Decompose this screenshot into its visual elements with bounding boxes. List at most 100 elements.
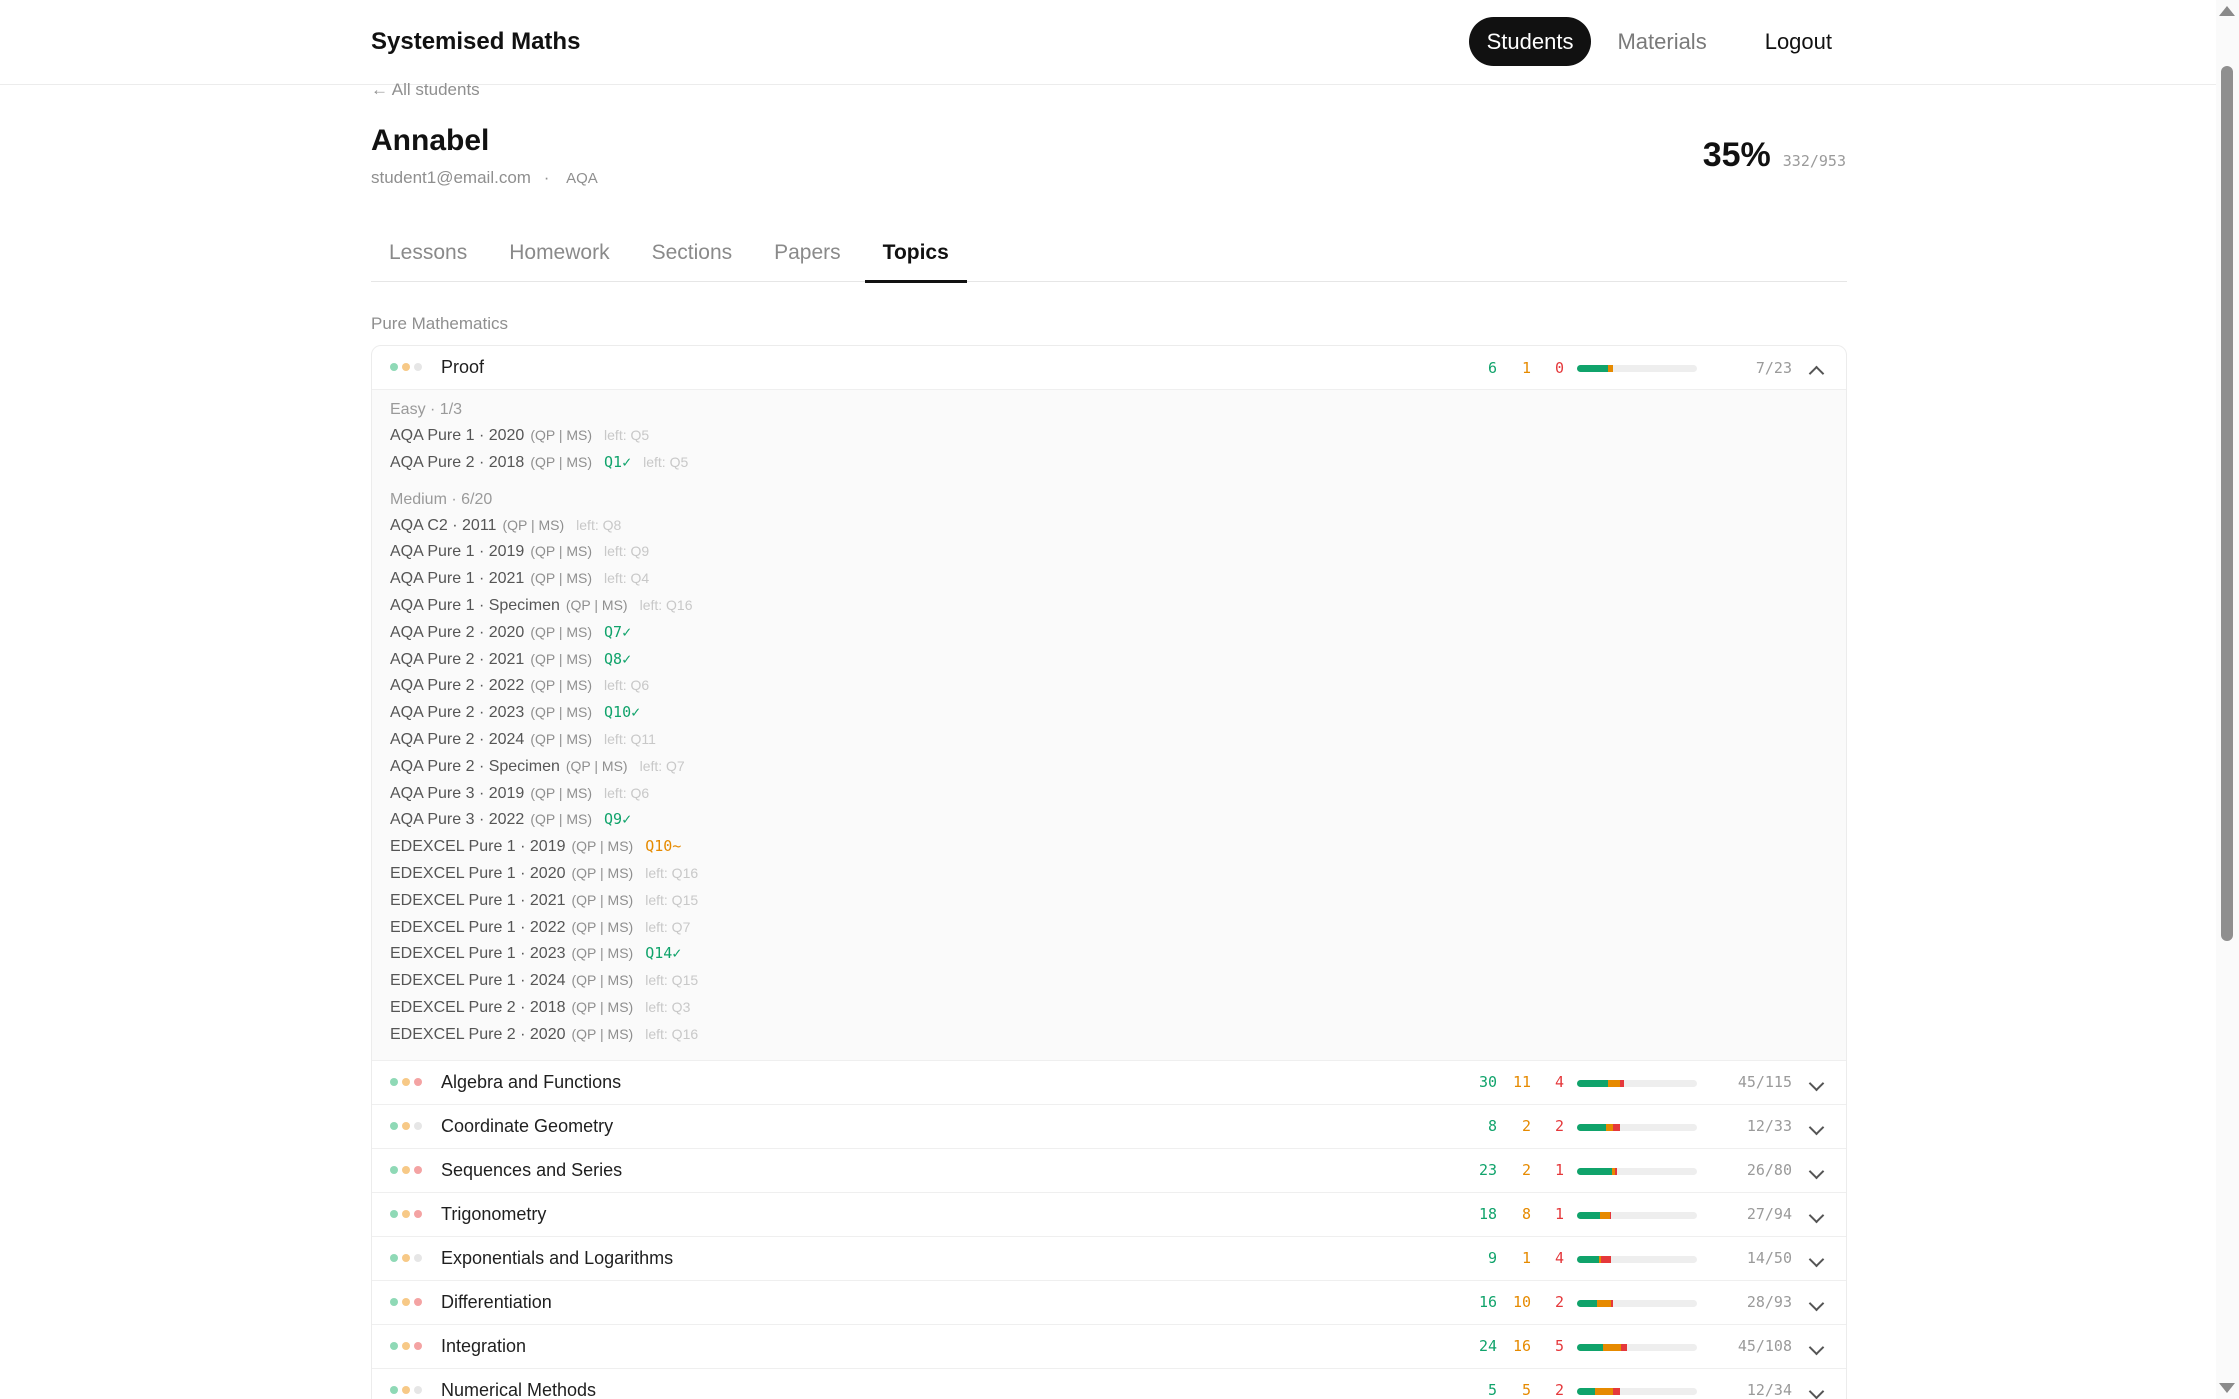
qp-ms-links[interactable]: (QP | MS) — [566, 758, 628, 774]
topic-name[interactable]: Trigonometry — [441, 1204, 546, 1225]
qp-ms-links[interactable]: (QP | MS) — [502, 517, 564, 533]
qp-ms-links[interactable]: (QP | MS) — [572, 892, 634, 908]
tab-sections[interactable]: Sections — [634, 230, 751, 282]
paper-name: AQA Pure 2 · 2020 — [390, 623, 525, 641]
qp-ms-links[interactable]: (QP | MS) — [530, 454, 592, 470]
paper-name: EDEXCEL Pure 2 · 2018 — [390, 998, 566, 1016]
status-dot-icon — [414, 363, 422, 371]
topic-row[interactable]: Proof 6 1 0 7/23 — [372, 346, 1846, 390]
topic-name[interactable]: Exponentials and Logarithms — [441, 1248, 673, 1269]
chevron-down-icon[interactable] — [1808, 1163, 1825, 1179]
topic-progress-bar — [1577, 1211, 1697, 1219]
status-dot-icon — [402, 1165, 410, 1174]
chevron-down-icon[interactable] — [1808, 1383, 1825, 1399]
qp-ms-links[interactable]: (QP | MS) — [530, 731, 592, 747]
qp-ms-links[interactable]: (QP | MS) — [572, 999, 634, 1015]
topic-row[interactable]: Trigonometry 18 8 1 27/94 — [372, 1193, 1846, 1237]
chevron-down-icon[interactable] — [1808, 1251, 1825, 1267]
question-status: left: Q7 — [645, 918, 691, 935]
main-nav: Students Materials Logout — [1468, 17, 1850, 66]
paper-name: AQA C2 · 2011 — [390, 516, 497, 534]
scroll-down-arrow-icon[interactable] — [2219, 1383, 2235, 1393]
progress-segment-green — [1577, 1079, 1609, 1087]
tab-papers[interactable]: Papers — [756, 230, 859, 282]
top-navbar: Systemised Maths Students Materials Logo… — [0, 0, 2216, 85]
nav-students-button[interactable]: Students — [1468, 17, 1592, 66]
progress-segment-orange — [1603, 1343, 1622, 1351]
qp-ms-links[interactable]: (QP | MS) — [572, 1026, 634, 1042]
qp-ms-links[interactable]: (QP | MS) — [572, 972, 634, 988]
question-status: left: Q15 — [645, 972, 699, 989]
topic-name[interactable]: Integration — [441, 1336, 526, 1357]
topic-name[interactable]: Sequences and Series — [441, 1160, 622, 1181]
topic-progress-bar — [1577, 1079, 1697, 1087]
qp-ms-links[interactable]: (QP | MS) — [566, 597, 628, 613]
topic-row[interactable]: Algebra and Functions 30 11 4 45/115 — [372, 1061, 1846, 1105]
status-dot-icon — [390, 1209, 398, 1218]
chevron-down-icon[interactable] — [1808, 1295, 1825, 1311]
qp-ms-links[interactable]: (QP | MS) — [572, 919, 634, 935]
topic-row[interactable]: Exponentials and Logarithms 9 1 4 14/50 — [372, 1237, 1846, 1281]
topic-row[interactable]: Sequences and Series 23 2 1 26/80 — [372, 1149, 1846, 1193]
status-dot-icon — [402, 1297, 410, 1306]
status-dot-icon — [402, 1121, 410, 1130]
student-name: Annabel — [371, 124, 490, 157]
topic-name[interactable]: Numerical Methods — [441, 1380, 596, 1399]
qp-ms-links[interactable]: (QP | MS) — [530, 704, 592, 720]
chevron-down-icon[interactable] — [1808, 1339, 1825, 1355]
topic-row[interactable]: Differentiation 16 10 2 28/93 — [372, 1281, 1846, 1325]
status-dot-icon — [414, 1077, 422, 1086]
qp-ms-links[interactable]: (QP | MS) — [530, 785, 592, 801]
topic-name[interactable]: Differentiation — [441, 1292, 552, 1313]
topic-row[interactable]: Integration 24 16 5 45/108 — [372, 1325, 1846, 1369]
paper-name: AQA Pure 1 · 2020 — [390, 427, 525, 444]
question-status: left: Q15 — [645, 891, 699, 908]
page-scrollbar[interactable] — [2216, 0, 2239, 1399]
tab-homework[interactable]: Homework — [491, 230, 627, 282]
topic-fraction: 45/115 — [1737, 1073, 1792, 1092]
topic-name[interactable]: Coordinate Geometry — [441, 1116, 613, 1137]
back-to-students-link[interactable]: ← All students — [371, 80, 480, 100]
progress-segment-orange — [1599, 1211, 1610, 1219]
question-status: left: Q11 — [604, 730, 656, 747]
brand-logo[interactable]: Systemised Maths — [371, 28, 580, 56]
paper-name: AQA Pure 2 · 2023 — [390, 704, 525, 722]
qp-ms-links[interactable]: (QP | MS) — [530, 570, 592, 586]
tab-lessons[interactable]: Lessons — [371, 230, 485, 282]
qp-ms-links[interactable]: (QP | MS) — [572, 865, 634, 881]
qp-ms-links[interactable]: (QP | MS) — [530, 677, 592, 693]
topic-details: Easy · 1/3 AQA Pure 1 · 2020 (QP | MS) left… — [372, 390, 1846, 1061]
progress-segment-green — [1577, 1299, 1598, 1307]
tab-topics[interactable]: Topics — [864, 230, 967, 283]
chevron-down-icon[interactable] — [1808, 1075, 1825, 1091]
scrollbar-thumb[interactable] — [2221, 66, 2233, 941]
question-status: left: Q6 — [604, 784, 650, 801]
paper-row: EDEXCEL Pure 1 · 2020 (QP | MS) left: Q16 — [390, 860, 1828, 887]
status-dot-icon — [390, 1165, 398, 1174]
qp-ms-links[interactable]: (QP | MS) — [530, 427, 592, 443]
paper-name: AQA Pure 1 · Specimen — [390, 596, 560, 614]
qp-ms-links[interactable]: (QP | MS) — [530, 543, 592, 559]
topic-name[interactable]: Proof — [441, 357, 484, 378]
qp-ms-links[interactable]: (QP | MS) — [530, 624, 592, 640]
chevron-down-icon[interactable] — [1808, 1119, 1825, 1135]
section-label: Pure Mathematics — [371, 314, 508, 333]
chevron-up-icon[interactable] — [1808, 365, 1825, 382]
topic-row[interactable]: Coordinate Geometry 8 2 2 12/33 — [372, 1105, 1846, 1149]
topic-fraction: 45/108 — [1737, 1337, 1792, 1356]
qp-ms-links[interactable]: (QP | MS) — [572, 945, 634, 961]
qp-ms-links[interactable]: (QP | MS) — [530, 651, 592, 667]
chevron-down-icon[interactable] — [1808, 1207, 1825, 1223]
scroll-up-arrow-icon[interactable] — [2219, 6, 2235, 16]
progress-segment-green — [1577, 1123, 1606, 1131]
topic-fraction: 27/94 — [1746, 1205, 1792, 1224]
topic-row[interactable]: Numerical Methods 5 5 2 12/34 — [372, 1369, 1846, 1399]
topic-name[interactable]: Algebra and Functions — [441, 1072, 621, 1093]
qp-ms-links[interactable]: (QP | MS) — [530, 811, 592, 827]
qp-ms-links[interactable]: (QP | MS) — [572, 838, 634, 854]
nav-materials-button[interactable]: Materials — [1599, 17, 1724, 66]
paper-name: EDEXCEL Pure 1 · 2019 — [390, 838, 566, 856]
logout-button[interactable]: Logout — [1747, 17, 1850, 66]
paper-name: EDEXCEL Pure 1 · 2021 — [390, 891, 566, 909]
progress-segment-green — [1577, 1343, 1604, 1351]
